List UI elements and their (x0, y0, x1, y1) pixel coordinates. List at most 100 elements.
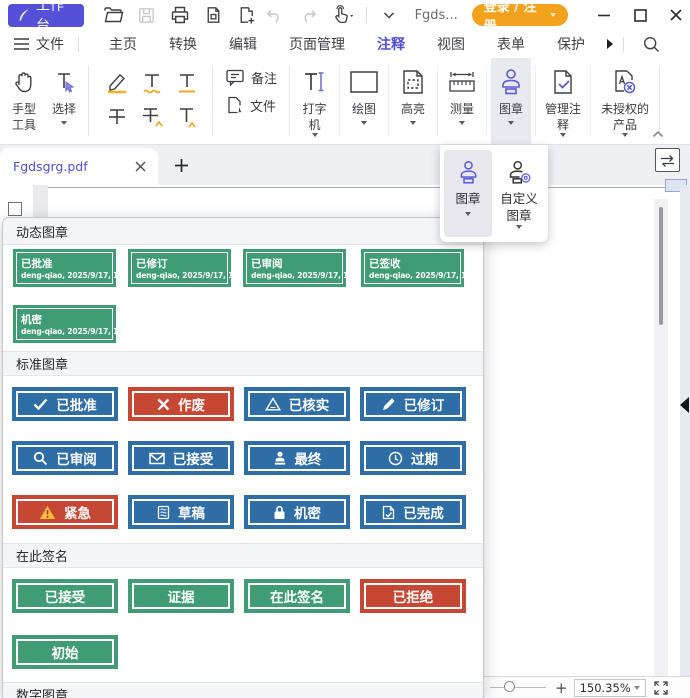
standard-stamp-final[interactable]: 最终 (244, 441, 350, 475)
measure-button[interactable]: 测量 (442, 58, 482, 144)
cross-icon (157, 398, 170, 411)
document-tab[interactable]: Fgdsgrg.pdf (0, 148, 158, 185)
undo-icon[interactable] (264, 3, 286, 27)
area-highlight-button[interactable]: 高亮 (393, 58, 433, 144)
note-button[interactable]: 备注 (225, 68, 277, 87)
sign-stamp-sign-here[interactable]: 在此签名 (244, 579, 350, 613)
area-highlight-icon (400, 66, 426, 98)
menu-item-form[interactable]: 表单 (497, 30, 525, 58)
menu-item-comment[interactable]: 注释 (377, 30, 405, 58)
stamp-menu-caret-icon (465, 212, 471, 216)
typewriter-button[interactable]: 打字机 (294, 58, 335, 144)
tab-close-icon[interactable] (132, 159, 148, 175)
stamp-label: 紧急 (64, 502, 91, 522)
sign-stamp-accepted[interactable]: 已接受 (12, 579, 118, 613)
rectangle-icon (349, 66, 379, 98)
fullscreen-icon[interactable] (654, 681, 668, 695)
strikethrough-icon[interactable] (104, 104, 130, 130)
standard-stamp-completed[interactable]: 已完成 (360, 495, 466, 529)
ribbon-separator (388, 66, 389, 136)
collapse-right-panel-arrow[interactable] (680, 397, 689, 413)
standard-stamp-reviewed[interactable]: 已审阅 (12, 441, 118, 475)
replace-text-icon[interactable] (139, 104, 165, 130)
minimize-button[interactable] (590, 2, 618, 28)
menu-item-view[interactable]: 视图 (437, 30, 465, 58)
open-folder-icon[interactable] (102, 3, 124, 27)
chevron-down-icon[interactable] (378, 3, 400, 27)
squiggly-underline-icon[interactable] (139, 70, 165, 96)
sign-stamp-rejected[interactable]: 已拒绝 (360, 579, 466, 613)
search-icon[interactable] (642, 35, 661, 54)
zoom-level-select[interactable]: 150.35% (574, 679, 646, 697)
select-all-checkbox[interactable] (8, 202, 22, 216)
menu-item-convert[interactable]: 转换 (169, 30, 197, 58)
standard-stamp-revised[interactable]: 已修订 (360, 387, 466, 421)
document-tab-bar: Fgdsgrg.pdf (0, 145, 690, 185)
touch-mode-icon[interactable] (330, 3, 354, 27)
stamp-label: 已审阅 (56, 448, 97, 468)
highlighter-icon[interactable] (104, 70, 130, 96)
sign-stamp-initial[interactable]: 初始 (12, 635, 118, 669)
attach-file-button[interactable]: 文件 (225, 95, 277, 115)
standard-stamp-draft[interactable]: 草稿 (128, 495, 234, 529)
vertical-scrollbar[interactable] (654, 199, 668, 679)
magnifier-icon (33, 451, 48, 466)
note-group: 备注 文件 (217, 58, 285, 144)
standard-stamp-void[interactable]: 作废 (128, 387, 234, 421)
collapse-ribbon-icon[interactable] (652, 130, 664, 138)
stamp-button[interactable]: 图章 (491, 58, 531, 144)
dynamic-stamp-reviewed[interactable]: 已审阅 deng-qiao, 2025/9/17, 15:20:37 (243, 249, 346, 287)
new-tab-button[interactable] (170, 154, 192, 176)
stamp-label: 已修订 (404, 394, 445, 414)
menu-item-protect[interactable]: 保护 (557, 30, 585, 58)
menu-item-home[interactable]: 主页 (109, 30, 137, 58)
stamp-menu-item[interactable]: 图章 (444, 150, 492, 237)
redo-icon[interactable] (297, 3, 319, 27)
menu-item-page-management[interactable]: 页面管理 (289, 30, 345, 58)
standard-stamp-approved[interactable]: 已批准 (12, 387, 118, 421)
drawing-button[interactable]: 绘图 (344, 58, 384, 144)
standard-stamp-verified[interactable]: 已核实 (244, 387, 350, 421)
export-page-icon[interactable] (202, 3, 224, 27)
zoom-slider-handle[interactable] (504, 681, 515, 692)
insert-text-icon[interactable] (174, 104, 200, 130)
standard-stamp-confidential[interactable]: 机密 (244, 495, 350, 529)
maximize-button[interactable] (626, 2, 654, 28)
custom-stamp-menu-item[interactable]: 自定义图章 (495, 150, 543, 237)
dynamic-stamp-revised[interactable]: 已修订 deng-qiao, 2025/9/17, 15:20:37 (128, 249, 231, 287)
lock-icon (273, 505, 286, 520)
standard-stamp-expired[interactable]: 过期 (360, 441, 466, 475)
save-icon[interactable] (135, 3, 157, 27)
select-tool-button[interactable]: 选择 (44, 58, 84, 144)
manage-comments-button[interactable]: 管理注释 (540, 58, 586, 144)
print-icon[interactable] (168, 3, 190, 27)
underline-icon[interactable] (174, 70, 200, 96)
sign-stamp-evidence[interactable]: 证据 (128, 579, 234, 613)
standard-stamp-urgent[interactable]: 紧急 (12, 495, 118, 529)
manage-comments-label: 管理注释 (544, 102, 582, 133)
menu-separator (78, 37, 79, 52)
section-title: 数字图章 (16, 685, 68, 698)
workbench-button[interactable]: 工作台 (8, 4, 84, 27)
zoom-in-button[interactable]: + (555, 679, 568, 697)
dynamic-stamp-approved[interactable]: 已批准 deng-qiao, 2025/9/17, 15:20:37 (13, 249, 116, 287)
menu-file[interactable]: 文件 (14, 34, 64, 54)
menu-more-arrow-icon[interactable] (603, 34, 617, 54)
quill-icon (16, 8, 31, 23)
add-page-icon[interactable] (235, 3, 257, 27)
page-right-gutter (680, 185, 690, 698)
hand-tool-button[interactable]: 手型工具 (4, 58, 44, 144)
swap-view-button[interactable] (655, 148, 680, 172)
unauthorized-product-button[interactable]: 未授权的产品 (595, 58, 655, 144)
scrollbar-thumb[interactable] (659, 207, 663, 325)
standard-stamp-accepted[interactable]: 已接受 (128, 441, 234, 475)
login-register-button[interactable]: 登录 / 注册 (472, 4, 568, 26)
dynamic-stamp-confidential[interactable]: 机密 deng-qiao, 2025/9/17, 15:20:37 (13, 305, 116, 343)
menu-item-edit[interactable]: 编辑 (229, 30, 257, 58)
close-button[interactable] (662, 2, 690, 28)
unauthorized-doc-icon (612, 66, 638, 98)
stamp-label: 已完成 (403, 502, 444, 522)
stamp-title: 已签收 (369, 258, 456, 271)
dynamic-stamp-received[interactable]: 已签收 deng-qiao, 2025/9/17, 15:20:37 (361, 249, 464, 287)
zoom-slider[interactable] (490, 687, 546, 689)
